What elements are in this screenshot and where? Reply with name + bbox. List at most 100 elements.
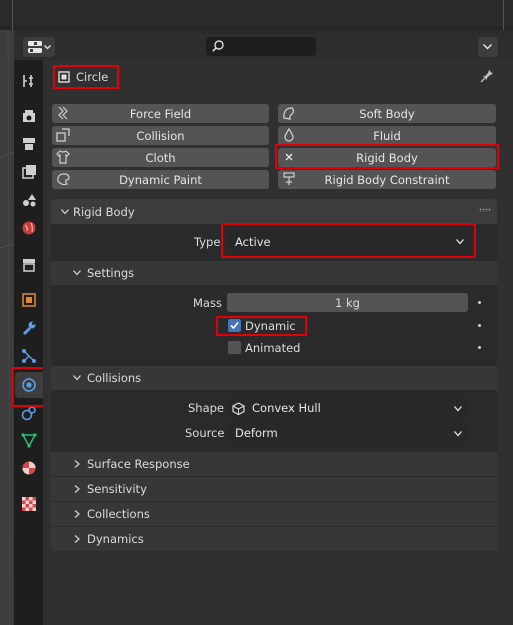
chevron-right-icon xyxy=(74,460,80,468)
output-icon xyxy=(23,138,35,150)
mesh-data-icon xyxy=(21,433,37,448)
fluid-label: Fluid xyxy=(373,128,401,143)
dynamic-paint-icon xyxy=(57,173,70,186)
search-input[interactable] xyxy=(206,37,316,56)
wrench-icon xyxy=(22,321,36,336)
rigid-body-constraint-button[interactable]: Rigid Body Constraint xyxy=(278,170,496,189)
chevron-down-icon xyxy=(73,270,81,276)
shape-label: Shape xyxy=(188,401,225,415)
convex-hull-icon xyxy=(232,401,245,415)
keyframe-dot[interactable] xyxy=(478,346,481,349)
dynamic-paint-label: Dynamic Paint xyxy=(119,172,202,187)
force-field-icon xyxy=(58,106,68,120)
keyframe-dot[interactable] xyxy=(478,324,481,327)
object-name-highlight xyxy=(53,65,119,89)
pin-button[interactable] xyxy=(480,69,494,86)
tab-output[interactable] xyxy=(15,131,43,157)
texture-icon xyxy=(22,497,36,511)
tab-material[interactable] xyxy=(15,455,43,481)
settings-header-label: Settings xyxy=(87,266,135,280)
source-select[interactable]: Deform xyxy=(227,423,468,443)
scene-icon xyxy=(23,194,36,207)
chevron-down-icon xyxy=(454,406,462,412)
tab-data[interactable] xyxy=(15,427,43,453)
tab-render[interactable] xyxy=(15,103,43,129)
chevron-down-icon xyxy=(61,209,69,215)
particles-icon xyxy=(22,349,36,363)
keyframe-dot[interactable] xyxy=(478,301,481,304)
material-icon xyxy=(22,461,36,475)
cloth-icon xyxy=(56,150,70,164)
force-field-button[interactable]: Force Field xyxy=(52,104,269,123)
soft-body-button[interactable]: Soft Body xyxy=(278,104,496,123)
fluid-button[interactable]: Fluid xyxy=(278,126,496,145)
rigid-body-highlight xyxy=(275,144,499,169)
header-menu-button[interactable] xyxy=(478,37,498,57)
surface-response-label: Surface Response xyxy=(87,457,190,471)
animated-label: Animated xyxy=(245,341,301,355)
source-value: Deform xyxy=(235,426,278,440)
pin-icon xyxy=(480,70,493,83)
soft-body-icon xyxy=(283,107,295,120)
tab-collection[interactable] xyxy=(15,252,43,278)
mass-field[interactable]: 1 kg xyxy=(227,293,468,312)
tab-scene[interactable] xyxy=(15,187,43,213)
collections-subpanel-header[interactable]: Collections xyxy=(51,502,497,526)
tab-modifiers[interactable] xyxy=(15,315,43,341)
area-divider[interactable] xyxy=(0,26,513,30)
animated-checkbox[interactable] xyxy=(228,341,241,354)
properties-editor-icon xyxy=(27,41,42,53)
surface-response-subpanel-header[interactable]: Surface Response xyxy=(51,452,497,476)
shape-value: Convex Hull xyxy=(252,401,321,415)
dynamic-highlight xyxy=(216,316,307,336)
viewport-edge xyxy=(0,30,14,625)
tab-particles[interactable] xyxy=(15,343,43,369)
source-label: Source xyxy=(185,426,225,440)
rigid-body-constraint-icon xyxy=(283,172,295,185)
collision-icon xyxy=(56,128,70,142)
render-icon xyxy=(23,110,35,122)
collections-label: Collections xyxy=(87,507,150,521)
area-edge xyxy=(12,0,13,30)
drag-handle-icon[interactable] xyxy=(479,208,491,212)
world-icon xyxy=(22,221,36,235)
view-layer-icon xyxy=(22,165,36,179)
type-label: Type xyxy=(194,235,221,249)
chevron-right-icon xyxy=(74,485,80,493)
object-icon xyxy=(22,293,36,307)
tab-view-layer[interactable] xyxy=(15,159,43,185)
search-icon xyxy=(212,40,224,52)
tool-icon xyxy=(23,75,33,87)
editor-type-button[interactable] xyxy=(23,37,55,57)
collision-label: Collision xyxy=(136,128,185,143)
type-highlight xyxy=(221,223,476,258)
area-edge xyxy=(503,0,504,30)
rigid-body-constraint-label: Rigid Body Constraint xyxy=(324,172,450,187)
mass-label: Mass xyxy=(193,296,222,310)
chevron-right-icon xyxy=(74,510,80,518)
chevron-right-icon xyxy=(74,535,80,543)
tab-tool[interactable] xyxy=(15,68,43,94)
tab-object[interactable] xyxy=(15,287,43,313)
tab-world[interactable] xyxy=(15,215,43,241)
soft-body-label: Soft Body xyxy=(359,106,415,121)
sensitivity-subpanel-header[interactable]: Sensitivity xyxy=(51,477,497,501)
chevron-down-icon xyxy=(43,44,51,49)
force-field-label: Force Field xyxy=(129,106,192,121)
top-area xyxy=(0,0,513,34)
chevron-down-icon xyxy=(483,44,492,50)
mass-value: 1 kg xyxy=(335,295,360,310)
collection-icon xyxy=(23,259,35,272)
dynamics-label: Dynamics xyxy=(87,532,144,546)
tab-texture[interactable] xyxy=(15,491,43,517)
shape-select[interactable]: Convex Hull xyxy=(227,398,468,418)
dynamic-paint-button[interactable]: Dynamic Paint xyxy=(52,170,269,189)
chevron-down-icon xyxy=(454,431,462,437)
cloth-label: Cloth xyxy=(145,150,176,165)
cloth-button[interactable]: Cloth xyxy=(52,148,269,167)
collision-button[interactable]: Collision xyxy=(52,126,269,145)
chevron-down-icon xyxy=(73,375,81,381)
dynamics-subpanel-header[interactable]: Dynamics xyxy=(51,527,497,551)
collisions-header-label: Collisions xyxy=(87,371,142,385)
fluid-icon xyxy=(284,128,294,142)
